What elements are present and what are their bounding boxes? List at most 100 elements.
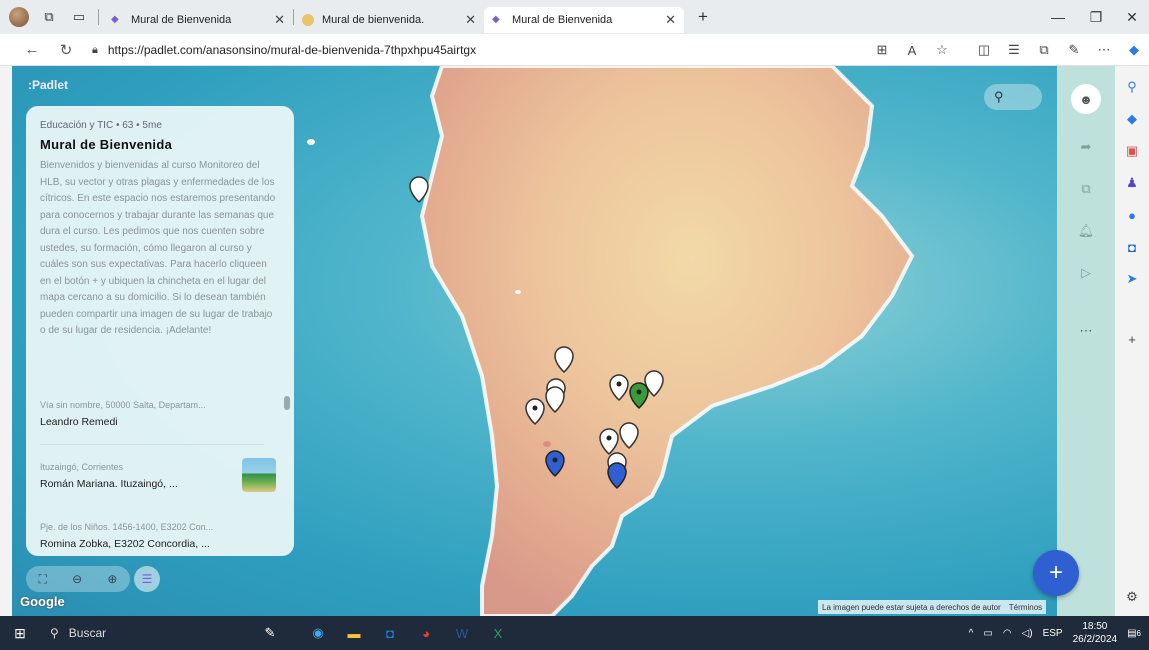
office-icon[interactable]: ● xyxy=(1123,206,1141,224)
search-icon: ⚲ xyxy=(50,626,59,640)
outlook-app-icon[interactable]: ◘ xyxy=(372,616,408,650)
wifi-icon[interactable]: ◠ xyxy=(1003,628,1012,639)
padlet-page: :Padlet ⚲ Educación y TIC • 63 • 5me Mur… xyxy=(12,66,1115,616)
tab-2[interactable]: Mural de bienvenida. ✕ xyxy=(294,7,484,33)
padlet-title: Mural de Bienvenida xyxy=(40,137,173,152)
user-avatar[interactable]: ☻ xyxy=(1071,84,1101,114)
read-aloud-icon[interactable]: A xyxy=(897,43,927,58)
zoom-out-icon[interactable]: ⊖ xyxy=(72,572,82,586)
fullscreen-icon[interactable]: ⛶ xyxy=(39,572,47,587)
tag-icon[interactable]: ◆ xyxy=(1123,110,1141,128)
outlook-icon[interactable]: ◘ xyxy=(1123,238,1141,256)
volume-icon[interactable]: ◁) xyxy=(1022,628,1033,639)
favorite-star-icon[interactable]: ☆ xyxy=(927,42,957,58)
close-tab-icon[interactable]: ✕ xyxy=(274,12,285,28)
url-field[interactable]: 🔒︎ https://padlet.com/anasonsino/mural-d… xyxy=(92,38,822,62)
padlet-description: Bienvenidos y bienvenidas al curso Monit… xyxy=(40,160,276,336)
more-icon[interactable]: ⋯ xyxy=(1089,42,1119,58)
add-sidebar-icon[interactable]: + xyxy=(1123,330,1141,348)
terms-link[interactable]: Términos xyxy=(1009,603,1042,612)
list-icon: ☰ xyxy=(141,572,153,586)
notifications-icon[interactable]: ▤6 xyxy=(1127,628,1141,639)
list-view-button[interactable]: ☰ xyxy=(134,566,160,592)
map-pin[interactable] xyxy=(609,374,629,402)
post-thumbnail[interactable] xyxy=(242,458,276,492)
word-app-icon[interactable]: W xyxy=(444,616,480,650)
map-pin[interactable] xyxy=(545,450,565,478)
close-tab-icon[interactable]: ✕ xyxy=(665,12,676,28)
add-post-button[interactable]: + xyxy=(1033,550,1079,596)
taskbar-widget[interactable]: ✎ xyxy=(240,616,300,650)
post-item[interactable]: Vía sin nombre, 50000 Salta, Departam...… xyxy=(40,400,276,428)
google-logo: Google xyxy=(20,594,65,609)
extension-icon[interactable]: ✎ xyxy=(1059,42,1089,58)
map-pin[interactable] xyxy=(554,346,574,374)
close-window-icon[interactable]: ✕ xyxy=(1114,0,1149,34)
more-options-icon[interactable]: ⋯ xyxy=(1071,316,1101,346)
post-item[interactable]: Ituzaingó, Corrientes Román Mariana. Itu… xyxy=(40,458,276,492)
windows-start-icon[interactable]: ⊞ xyxy=(0,616,40,650)
post-address: Pje. de los Niños. 1456-1400, E3202 Con.… xyxy=(40,522,214,532)
network-icon[interactable]: ▭ xyxy=(983,628,992,639)
map-pin[interactable] xyxy=(525,398,545,426)
apps-icon[interactable]: ⊞ xyxy=(867,42,897,58)
favorites-icon[interactable]: ☰ xyxy=(999,42,1029,58)
padlet-meta: Educación y TIC • 63 • 5me xyxy=(40,120,162,131)
address-bar: ← ↻ 🔒︎ https://padlet.com/anasonsino/mur… xyxy=(0,34,1149,66)
post-author: Leandro Remedi xyxy=(40,416,118,428)
file-explorer-icon[interactable]: ▬ xyxy=(336,616,372,650)
edge-app-icon[interactable]: ◉ xyxy=(300,616,336,650)
windows-taskbar: ⊞ ⚲ Buscar ✎ ◉ ▬ ◘ ◕ W X ^ ▭ ◠ ◁) ESP 18… xyxy=(0,616,1149,650)
copilot-icon[interactable]: ◆ xyxy=(1119,42,1149,58)
map-pin[interactable] xyxy=(409,176,429,204)
tab-3[interactable]: ◆ Mural de Bienvenida ✕ xyxy=(484,7,684,33)
minimize-icon[interactable]: — xyxy=(1040,0,1076,34)
excel-app-icon[interactable]: X xyxy=(480,616,516,650)
toolbox-icon[interactable]: ▣ xyxy=(1123,142,1141,160)
lock-icon: 🔒︎ xyxy=(92,43,98,56)
map-controls: ⛶ ⊖ ⊕ xyxy=(26,566,130,592)
close-tab-icon[interactable]: ✕ xyxy=(465,12,476,28)
profile-avatar[interactable] xyxy=(8,6,30,28)
post-list-panel: Educación y TIC • 63 • 5me Mural de Bien… xyxy=(26,106,294,556)
reload-icon[interactable]: ↻ xyxy=(52,36,80,64)
chrome-app-icon[interactable]: ◕ xyxy=(408,616,444,650)
remake-icon[interactable]: ⧉ xyxy=(1071,174,1101,204)
workspaces-icon[interactable]: ⧉ xyxy=(38,6,60,28)
post-item[interactable]: Pje. de los Niños. 1456-1400, E3202 Con.… xyxy=(40,522,276,550)
tab-1[interactable]: ◆ Mural de Bienvenida ✕ xyxy=(103,7,293,33)
post-address: Vía sin nombre, 50000 Salta, Departam... xyxy=(40,400,206,410)
scrollbar-thumb[interactable] xyxy=(284,396,290,410)
collections-icon[interactable]: ⧉ xyxy=(1029,42,1059,58)
post-author: Romina Zobka, E3202 Concordia, ... xyxy=(40,538,210,550)
map-pin[interactable] xyxy=(545,386,565,414)
games-icon[interactable]: ♟ xyxy=(1123,174,1141,192)
split-screen-icon[interactable]: ◫ xyxy=(969,42,999,58)
taskbar-search[interactable]: ⚲ Buscar xyxy=(40,616,240,650)
settings-gear-icon[interactable]: ⚙ xyxy=(1123,588,1141,606)
chevron-up-icon[interactable]: ^ xyxy=(969,628,974,639)
map-pin[interactable] xyxy=(619,422,639,450)
search-icon[interactable]: ⚲ xyxy=(1123,78,1141,96)
new-tab-icon[interactable]: + xyxy=(692,6,714,28)
padlet-favicon-icon: ◆ xyxy=(111,14,119,25)
address-tools: ⊞ A ☆ ◫ ☰ ⧉ ✎ ⋯ ◆ xyxy=(867,34,1149,66)
clock[interactable]: 18:50 26/2/2024 xyxy=(1073,620,1118,646)
tab-actions-icon[interactable]: ▭ xyxy=(68,6,90,28)
language-indicator[interactable]: ESP xyxy=(1043,628,1063,639)
map-canvas[interactable]: :Padlet ⚲ Educación y TIC • 63 • 5me Mur… xyxy=(12,66,1057,616)
notification-bell-icon[interactable]: 🔔︎ xyxy=(1071,216,1101,246)
map-pin[interactable] xyxy=(607,462,627,490)
padlet-favicon-icon: ◆ xyxy=(492,14,500,25)
map-pin[interactable] xyxy=(599,428,619,456)
back-icon[interactable]: ← xyxy=(18,36,46,64)
map-pin[interactable] xyxy=(629,382,649,410)
browser-tab-bar: ⧉ ▭ ◆ Mural de Bienvenida ✕ Mural de bie… xyxy=(0,0,1149,34)
send-icon[interactable]: ➤ xyxy=(1123,270,1141,288)
slideshow-play-icon[interactable]: ▷ xyxy=(1071,258,1101,288)
share-icon[interactable]: ➦ xyxy=(1071,132,1101,162)
post-author: Román Mariana. Ituzaingó, ... xyxy=(40,478,178,490)
edge-sidebar: ⚲ ◆ ▣ ♟ ● ◘ ➤ + ⚙ xyxy=(1115,66,1149,616)
restore-icon[interactable]: ❐ xyxy=(1078,0,1114,34)
zoom-in-icon[interactable]: ⊕ xyxy=(107,572,117,586)
